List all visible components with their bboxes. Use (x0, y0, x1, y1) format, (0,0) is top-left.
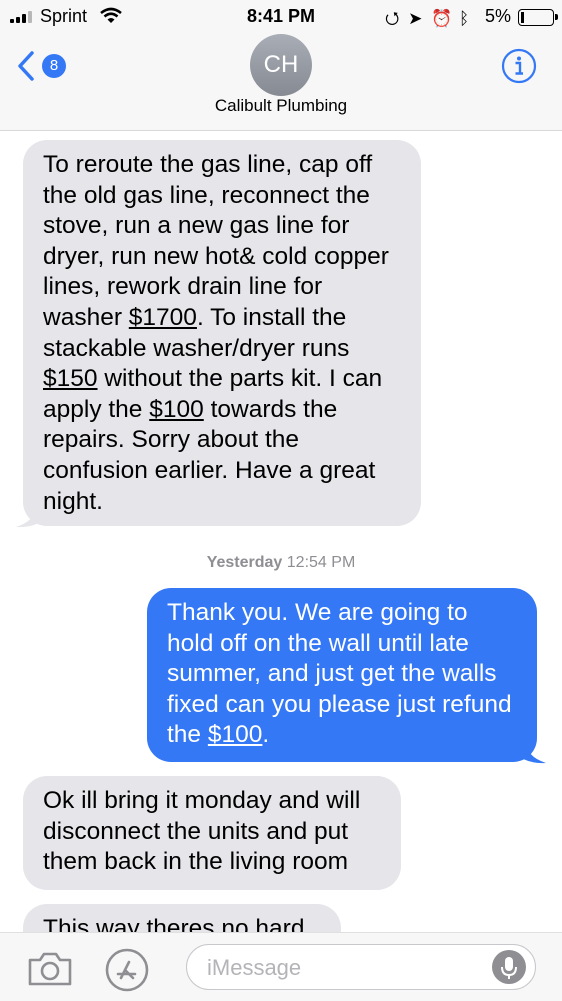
alarm-icon: ⏰ (431, 9, 453, 28)
unread-badge: 8 (42, 54, 66, 78)
price-link[interactable]: $100 (149, 396, 204, 423)
price-link[interactable]: $150 (43, 365, 98, 392)
back-chevron-icon (18, 51, 34, 81)
status-time: 8:41 PM (246, 6, 316, 26)
contact-name[interactable]: Calibult Plumbing (0, 96, 562, 116)
avatar[interactable]: CH (250, 34, 312, 96)
status-bar: Sprint 8:41 PM ⭯ ➤ ⏰ ᛒ 5% (0, 0, 562, 34)
bluetooth-icon: ᛒ (458, 9, 470, 28)
app-store-icon[interactable] (104, 947, 150, 993)
lock-rotation-icon: ⭯ (385, 9, 400, 28)
price-link[interactable]: $1700 (129, 304, 197, 331)
location-icon: ➤ (408, 9, 423, 28)
back-button[interactable]: 8 (16, 50, 76, 82)
message-bubble-incoming[interactable]: To reroute the gas line, cap off the old… (23, 140, 421, 526)
message-timestamp: Yesterday 12:54 PM (206, 554, 356, 571)
message-bubble-outgoing[interactable]: Thank you. We are going to hold off on t… (147, 588, 537, 762)
bubble-tail (16, 502, 44, 528)
price-link[interactable]: $100 (208, 721, 263, 748)
bubble-tail (518, 738, 546, 764)
battery-icon (518, 9, 558, 26)
message-input-field[interactable] (186, 944, 536, 990)
message-bubble-incoming[interactable]: Ok ill bring it monday and will disconne… (23, 776, 401, 890)
microphone-icon[interactable] (491, 949, 527, 985)
conversation-header: 8 CH Calibult Plumbing (0, 34, 562, 131)
info-icon[interactable] (501, 48, 537, 84)
message-input[interactable] (205, 953, 489, 983)
camera-icon[interactable] (26, 951, 74, 987)
compose-bar (0, 932, 562, 1001)
battery-percent: 5% (485, 6, 512, 26)
